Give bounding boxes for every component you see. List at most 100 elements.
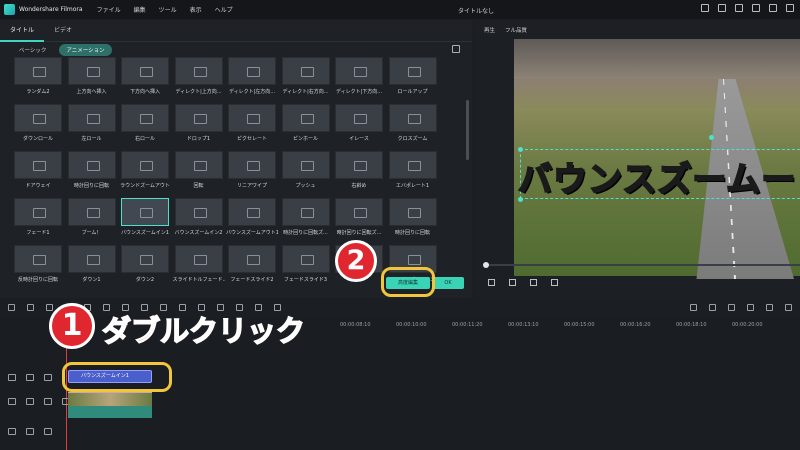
mic-icon[interactable]: [728, 304, 735, 311]
stop-icon[interactable]: [551, 279, 558, 286]
effect-item[interactable]: ディレクト|上方向...: [173, 57, 225, 102]
menu-view[interactable]: 表示: [190, 5, 202, 14]
effect-item[interactable]: バウンスズームアウト1: [226, 198, 278, 243]
effect-item[interactable]: フェードスライド2: [226, 245, 278, 289]
effect-item[interactable]: リニアワイプ: [226, 151, 278, 196]
voiceover-icon[interactable]: [747, 304, 754, 311]
tab-title[interactable]: タイトル: [0, 20, 45, 42]
effect-item[interactable]: クロスズーム: [387, 104, 439, 149]
undo-icon[interactable]: [46, 304, 53, 311]
menu-help[interactable]: ヘルプ: [215, 5, 233, 14]
snap-icon[interactable]: [766, 304, 773, 311]
effect-label: 反時計回りに回転: [17, 277, 58, 283]
menu-edit[interactable]: 編集: [134, 5, 146, 14]
zoom-icon[interactable]: [785, 304, 792, 311]
effect-label: バウンスズームアウト1: [226, 230, 278, 236]
effect-thumbnail: [228, 57, 276, 85]
audio-clip[interactable]: [68, 406, 152, 418]
timeline-tick-label: 00:00:18:10: [676, 322, 707, 328]
video-clip[interactable]: [68, 392, 152, 406]
effect-item[interactable]: ピクセレート: [226, 104, 278, 149]
effect-item[interactable]: プッシュ: [280, 151, 332, 196]
preview-progress-bar[interactable]: [484, 264, 800, 266]
play-icon[interactable]: [530, 279, 537, 286]
preview-playhead-knob[interactable]: [483, 262, 489, 268]
minimize-icon[interactable]: [752, 4, 760, 12]
effect-item[interactable]: 上方向へ挿入: [66, 57, 118, 102]
effect-item[interactable]: 反時計回りに回転: [12, 245, 64, 289]
effect-thumbnail: [388, 198, 437, 226]
quality-select[interactable]: フル品質: [505, 26, 527, 34]
ok-button[interactable]: OK: [432, 277, 464, 289]
cursor-icon[interactable]: [27, 304, 34, 311]
panel-settings-icon[interactable]: [452, 45, 460, 53]
prev-frame-icon[interactable]: [488, 279, 495, 286]
effect-item[interactable]: ディレクト|右方向...: [280, 57, 332, 102]
layout-icon[interactable]: [701, 4, 709, 12]
panel-scrollbar[interactable]: [466, 100, 469, 160]
select-icon[interactable]: [8, 304, 15, 311]
effect-item[interactable]: ドロップ1: [173, 104, 225, 149]
effect-item[interactable]: 左ロール: [66, 104, 118, 149]
effect-item[interactable]: ロールアップ: [387, 57, 439, 102]
effect-item[interactable]: ランダム2: [12, 57, 64, 102]
effect-item[interactable]: 右斜め: [333, 151, 385, 196]
effect-item[interactable]: ダウン1: [66, 245, 118, 289]
save-icon[interactable]: [735, 4, 743, 12]
effect-label: ラウンドズームアウト: [120, 183, 170, 189]
track-lock-icon[interactable]: [26, 428, 34, 435]
maximize-icon[interactable]: [769, 4, 777, 12]
effect-item[interactable]: ドアウェイ: [12, 151, 64, 196]
effect-thumbnail: [121, 245, 169, 273]
export-icon[interactable]: [718, 4, 726, 12]
step-1-instruction: ダブルクリック: [101, 313, 306, 349]
preview-header: 再生 フル品質: [484, 26, 527, 34]
effect-item[interactable]: バウンスズームイン2: [173, 198, 225, 243]
effect-item[interactable]: イレース: [333, 104, 385, 149]
rotate-handle[interactable]: [709, 135, 714, 140]
track-audio-icon[interactable]: [44, 428, 52, 435]
effect-thumbnail: [174, 198, 223, 226]
effect-item[interactable]: フェード1: [12, 198, 64, 243]
marker-icon[interactable]: [709, 304, 716, 311]
subtab-animation[interactable]: アニメーション: [59, 44, 112, 56]
track-lock-icon[interactable]: [26, 374, 34, 381]
effect-item[interactable]: ディレクト|左方向...: [226, 57, 278, 102]
effect-item[interactable]: 時計回りに回転: [66, 151, 118, 196]
subtab-basic[interactable]: ベーシック: [12, 44, 53, 56]
effect-item[interactable]: ブーム！: [66, 198, 118, 243]
render-icon[interactable]: [690, 304, 697, 311]
effect-label: ピンホール: [292, 136, 318, 142]
effect-label: ドロップ1: [186, 136, 211, 142]
effect-item[interactable]: ピンホール: [280, 104, 332, 149]
track-music-icon: [8, 428, 16, 435]
effect-item[interactable]: 時計回りに回転ズ...: [280, 198, 332, 243]
track-video-icon: [8, 398, 16, 405]
effect-item[interactable]: エバポレート1: [387, 151, 439, 196]
effect-item[interactable]: ダウンロール: [12, 104, 64, 149]
menu-file[interactable]: ファイル: [97, 5, 121, 14]
play-back-icon[interactable]: [509, 279, 516, 286]
effect-item[interactable]: ラウンドズームアウト: [119, 151, 171, 196]
effect-item[interactable]: 時計回りに回転ズ...: [333, 198, 385, 243]
close-icon[interactable]: [786, 4, 794, 12]
effect-item[interactable]: ディレクト|下方向...: [333, 57, 385, 102]
effect-item[interactable]: フェードスライド3: [280, 245, 332, 289]
track-audio-icon[interactable]: [44, 374, 52, 381]
effect-item[interactable]: ダウン2: [119, 245, 171, 289]
menu-tools[interactable]: ツール: [159, 5, 177, 14]
effect-item[interactable]: 下方向へ挿入: [119, 57, 171, 102]
tab-video[interactable]: ビデオ: [44, 20, 82, 42]
effect-label: 下方向へ挿入: [129, 89, 160, 95]
effect-thumbnail: [174, 104, 223, 132]
timeline-tick-label: 00:00:20:00: [732, 322, 763, 328]
preview-canvas[interactable]: バウンスズームー: [514, 39, 800, 279]
track-lock-icon[interactable]: [26, 398, 34, 405]
track-audio-icon[interactable]: [44, 398, 52, 405]
effect-item[interactable]: 時計回りに回転: [387, 198, 439, 243]
effect-item[interactable]: バウンスズームイン1: [119, 198, 171, 243]
effect-item[interactable]: 回転: [173, 151, 225, 196]
effect-item[interactable]: スライドトルフェード...: [173, 245, 225, 289]
effect-item[interactable]: 右ロール: [119, 104, 171, 149]
toolbar-right-icons: [690, 304, 800, 311]
